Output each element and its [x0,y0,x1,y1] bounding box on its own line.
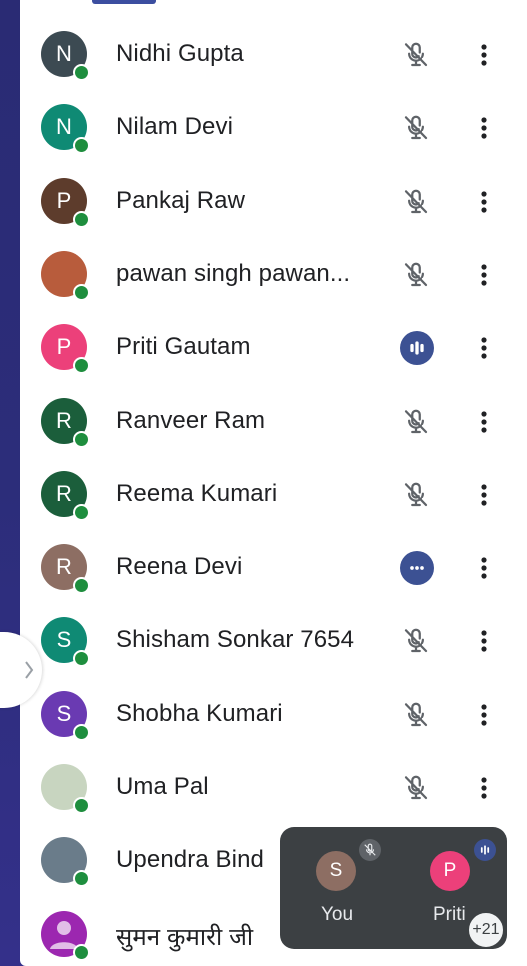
chevron-right-icon [25,661,34,679]
online-status-dot [73,137,90,155]
mic-off-icon [401,700,431,730]
participant-name: Nidhi Gupta [116,40,244,67]
online-status-dot [73,943,90,961]
online-status-dot [73,357,90,375]
online-status-dot [73,283,90,301]
online-status-dot [73,503,90,521]
more-options-button[interactable] [479,626,489,656]
speaker-label: Priti [433,904,466,925]
tab-indicator [92,0,156,4]
participant-name: Reena Devi [116,553,243,581]
mic-off-icon [401,407,431,437]
audio-level-icon [474,839,496,861]
participant-row[interactable]: N Nilam Devi [20,91,527,164]
participant-row[interactable]: R Reena Devi [20,531,527,604]
participant-name: Shobha Kumari [116,699,283,727]
participants-panel: N Nidhi Gupta N Nilam Devi P Pankaj Raw pawan … [20,0,527,966]
more-options-button[interactable] [479,260,489,290]
participant-name: Uma Pal [116,773,209,800]
participant-name: Priti Gautam [116,333,251,361]
speaker-avatar: P [430,851,470,891]
more-options-button[interactable] [479,333,489,363]
panel-collapse-handle[interactable] [0,632,42,708]
participant-row[interactable]: Uma Pal [20,751,527,824]
participant-row[interactable]: N Nidhi Gupta [20,18,527,91]
more-options-button[interactable] [479,480,489,510]
participant-name: सुमन कुमारी जी [116,923,254,951]
participant-name: Nilam Devi [116,113,234,141]
more-options-button[interactable] [479,187,489,217]
online-status-dot [73,577,90,595]
audio-level-icon [400,331,434,366]
online-status-dot [73,210,90,228]
participant-name: Upendra Bind [116,846,264,874]
more-options-button[interactable] [479,553,489,583]
participant-row[interactable]: P Priti Gautam [20,311,527,384]
floating-self-view[interactable]: S You P Priti +21 [280,827,507,949]
online-status-dot [73,64,90,81]
mic-off-icon [401,187,431,217]
more-options-button[interactable] [479,113,489,143]
participant-row[interactable]: S Shisham Sonkar 7654 [20,604,527,677]
online-status-dot [73,723,90,741]
mic-off-icon [401,626,431,656]
participant-row[interactable]: S Shobha Kumari [20,678,527,751]
participant-name: Reema Kumari [116,479,278,507]
online-status-dot [73,797,90,814]
participant-row[interactable]: pawan singh pawan... [20,238,527,311]
more-options-button[interactable] [479,40,489,70]
mic-off-icon [401,113,431,143]
mic-off-icon [359,839,381,861]
mic-off-icon [401,260,431,290]
participant-row[interactable]: R Ranveer Ram [20,385,527,458]
online-status-dot [73,870,90,888]
mic-off-icon [401,40,431,70]
online-status-dot [73,650,90,668]
self-label: You [321,904,354,925]
more-horizontal-icon[interactable] [400,551,434,586]
more-participants-badge[interactable]: +21 [467,911,505,949]
more-options-button[interactable] [479,700,489,730]
more-options-button[interactable] [479,407,489,437]
participant-name: Ranveer Ram [116,406,266,434]
participant-row[interactable]: R Reema Kumari [20,458,527,531]
participant-name: pawan singh pawan... [116,259,351,287]
online-status-dot [73,430,90,448]
mic-off-icon [401,480,431,510]
participant-row[interactable]: P Pankaj Raw [20,165,527,238]
participant-name: Pankaj Raw [116,186,246,214]
self-avatar: S [316,851,356,891]
more-options-button[interactable] [479,773,489,803]
participant-name: Shisham Sonkar 7654 [116,626,355,654]
mic-off-icon [401,773,431,803]
